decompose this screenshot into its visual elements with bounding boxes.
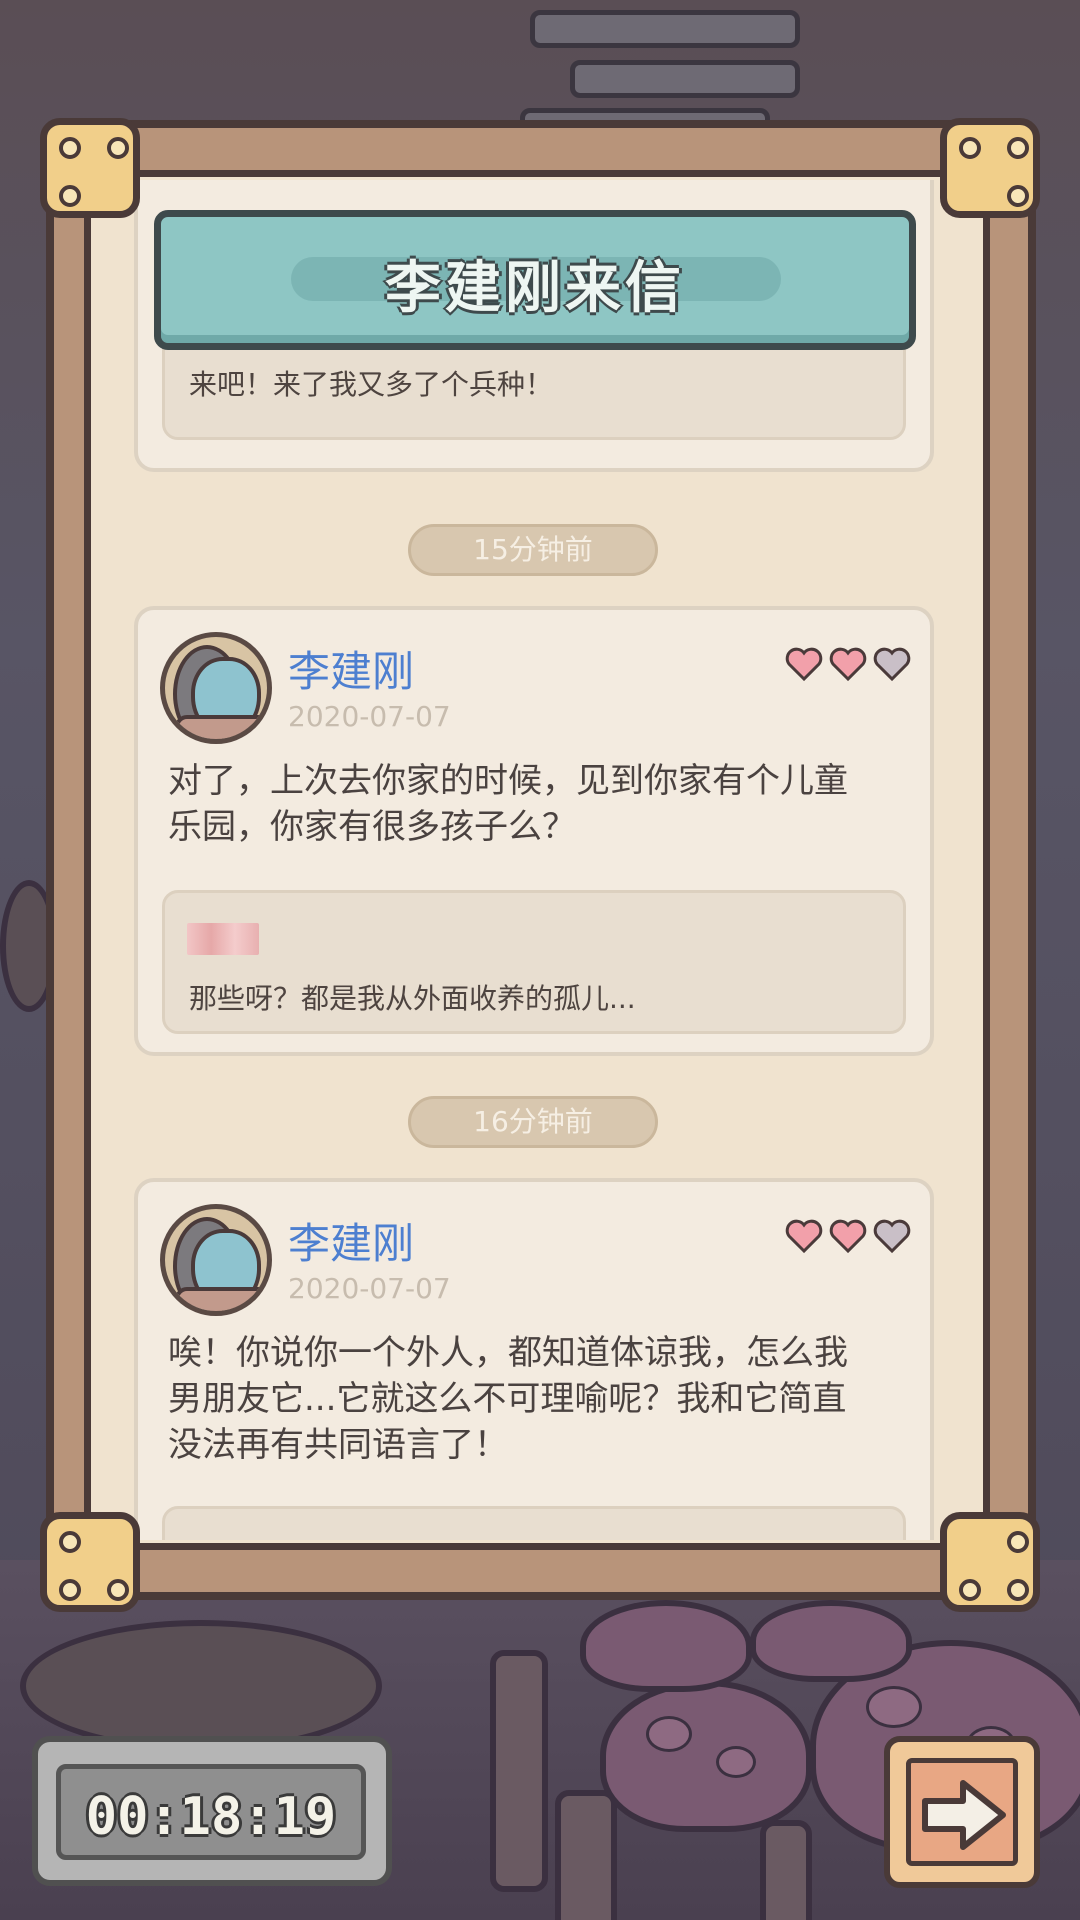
frame-corner: [940, 118, 1040, 218]
affection-hearts: [780, 646, 912, 686]
letter-message: 唉！你说你一个外人，都知道体谅我，怎么我 男朋友它...它就这么不可理喻呢？我和…: [168, 1330, 904, 1468]
background-mushroom: [600, 1680, 812, 1832]
background-mushroom: [750, 1600, 912, 1682]
message-line: 唉！你说你一个外人，都知道体谅我，怎么我: [168, 1333, 848, 1373]
background-post: [555, 1790, 617, 1920]
player-name-blurred: [187, 923, 259, 955]
heart-icon: [784, 1218, 824, 1254]
frame-corner: [40, 1512, 140, 1612]
heart-empty-icon: [872, 1218, 912, 1254]
right-arrow-icon: [922, 1780, 1006, 1850]
sender-name: 李建刚: [288, 1219, 415, 1268]
reply-box: 那些呀？都是我从外面收养的孤儿...: [162, 890, 906, 1034]
page-title: 李建刚来信: [385, 256, 685, 321]
timer-text: 00:18:19: [85, 1787, 337, 1847]
letter-card: 李建刚 2020-07-07 对了，上次去你家的时候，见到你家有个儿童 乐园，你…: [134, 606, 934, 1056]
time-ago-label: 16分钟前: [408, 1096, 658, 1148]
frame-corner: [940, 1512, 1040, 1612]
heart-icon: [828, 646, 868, 682]
message-line: 没法再有共同语言了！: [168, 1425, 508, 1465]
game-timer: 00:18:19: [32, 1736, 392, 1886]
letter-date: 2020-07-07: [288, 1272, 451, 1305]
background-post: [760, 1820, 812, 1920]
sender-avatar: [160, 1204, 272, 1316]
letter-date: 2020-07-07: [288, 700, 451, 733]
message-line: 男朋友它...它就这么不可理喻呢？我和它简直: [168, 1379, 847, 1419]
sender-name: 李建刚: [288, 647, 415, 696]
background-plank: [530, 10, 800, 48]
heart-icon: [828, 1218, 868, 1254]
heart-icon: [784, 646, 824, 682]
title-banner: 李建刚来信: [154, 210, 916, 350]
background-post: [490, 1650, 548, 1892]
letter-message: 对了，上次去你家的时候，见到你家有个儿童 乐园，你家有很多孩子么？: [168, 758, 904, 850]
sender-avatar: [160, 632, 272, 744]
next-button[interactable]: [884, 1736, 1040, 1888]
reply-box: [162, 1506, 906, 1540]
letter-card: 李建刚 2020-07-07 唉！你说你一个外人，都知道体谅我，怎么我 男朋友它…: [134, 1178, 934, 1540]
message-line: 对了，上次去你家的时候，见到你家有个儿童: [168, 761, 848, 801]
heart-empty-icon: [872, 646, 912, 682]
message-line: 乐园，你家有很多孩子么？: [168, 807, 576, 847]
affection-hearts: [780, 1218, 912, 1258]
time-ago-label: 15分钟前: [408, 524, 658, 576]
background-plank: [570, 60, 800, 98]
frame-corner: [40, 118, 140, 218]
background-mushroom: [580, 1600, 752, 1692]
background-rock: [20, 1620, 382, 1752]
letter-list[interactable]: 来吧！来了我又多了个兵种！ 15分钟前 李建刚 2020-07-07 对了，上次…: [90, 180, 980, 1540]
reply-text: 来吧！来了我又多了个兵种！: [189, 368, 554, 401]
reply-text: 那些呀？都是我从外面收养的孤儿...: [189, 982, 636, 1015]
